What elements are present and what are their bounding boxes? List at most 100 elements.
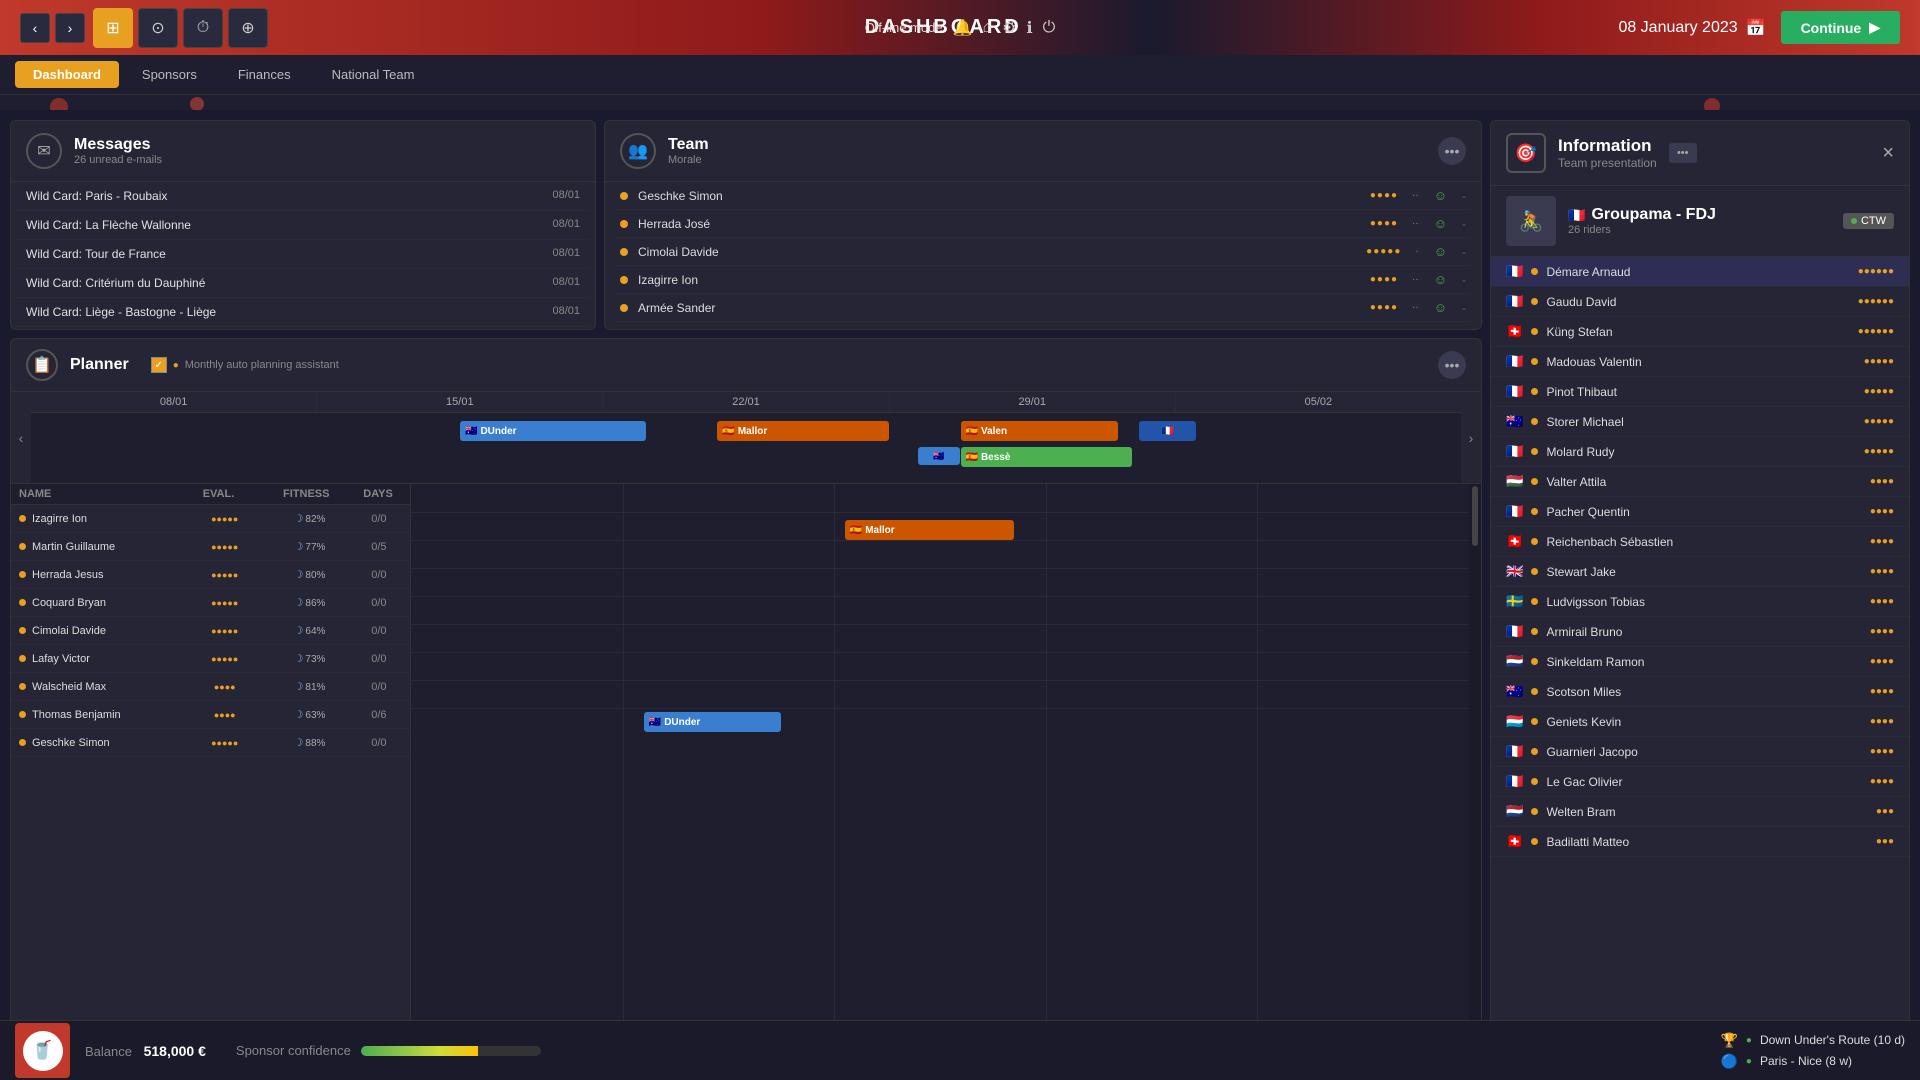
message-item[interactable]: Wild Card: La Flèche Wallonne 08/01 [16, 211, 590, 240]
rider-info-row[interactable]: 🇫🇷 Madouas Valentin ●●●●● [1491, 347, 1909, 377]
nav-icon-chart[interactable]: ⏱ [183, 8, 223, 48]
rider-info-row[interactable]: 🇫🇷 Démare Arnaud ●●●●●● [1491, 257, 1909, 287]
rider-info-row[interactable]: 🇫🇷 Guarnieri Jacopo ●●●● [1491, 737, 1909, 767]
settings-icon[interactable]: ⚙ [1002, 18, 1016, 38]
auto-planning-checkbox[interactable]: ✓ [151, 357, 167, 373]
back-arrow[interactable]: ‹ [20, 13, 50, 43]
tab-sponsors[interactable]: Sponsors [124, 61, 215, 88]
planner-rider-row[interactable]: Izagirre Ion ●●●●● ☽82% 0/0 [11, 505, 410, 533]
planner-scrollbar[interactable] [1469, 484, 1481, 1034]
rider-info-row[interactable]: 🇨🇭 Reichenbach Sébastien ●●●● [1491, 527, 1909, 557]
race-block-au-small[interactable]: 🇦🇺 [918, 447, 961, 465]
bell-icon[interactable]: 🔔 [953, 18, 973, 38]
rider-info-row[interactable]: 🇦🇺 Scotson Miles ●●●● [1491, 677, 1909, 707]
planner-rider-row[interactable]: Walscheid Max ●●●● ☽81% 0/0 [11, 673, 410, 701]
mode-text: Off-line mode [865, 20, 943, 35]
race-block-besse[interactable]: 🇪🇸 Bessè [961, 447, 1133, 467]
balance-label: Balance [85, 1044, 132, 1059]
home-icon[interactable]: ⌂ [982, 19, 992, 37]
race-block-valen[interactable]: 🇪🇸 Valen [961, 421, 1118, 441]
rider-info-row[interactable]: 🇫🇷 Pinot Thibaut ●●●●● [1491, 377, 1909, 407]
member-dash: - [1462, 273, 1466, 287]
planner-rider-row[interactable]: Thomas Benjamin ●●●● ☽63% 0/6 [11, 701, 410, 729]
rider-info-row[interactable]: 🇬🇧 Stewart Jake ●●●● [1491, 557, 1909, 587]
rider-info-row[interactable]: 🇭🇺 Valter Attila ●●●● [1491, 467, 1909, 497]
planner-more-button[interactable]: ••• [1438, 351, 1466, 379]
rider-info-row[interactable]: 🇫🇷 Armirail Bruno ●●●● [1491, 617, 1909, 647]
cal-race-mallor[interactable]: 🇪🇸 Mallor [845, 520, 1014, 540]
race-block-mallor-1[interactable]: 🇪🇸 Mallor [717, 421, 889, 441]
rider-name: Izagirre Ion [32, 513, 186, 525]
rider-info-row[interactable]: 🇫🇷 Le Gac Olivier ●●●● [1491, 767, 1909, 797]
planner-rider-row[interactable]: Geschke Simon ●●●●● ☽88% 0/0 [11, 729, 410, 757]
nav-icon-trophy[interactable]: ⊕ [228, 8, 268, 48]
rider-stars: ●●●● [1870, 566, 1894, 577]
rider-name: Coquard Bryan [32, 597, 186, 609]
rider-info-row[interactable]: 🇳🇱 Sinkeldam Ramon ●●●● [1491, 647, 1909, 677]
team-more-button[interactable]: ••• [1438, 137, 1466, 165]
message-item[interactable]: Wild Card: Critérium du Dauphiné 08/01 [16, 269, 590, 298]
message-item[interactable]: Wild Card: Tour de France 08/01 [16, 240, 590, 269]
rider-info-row[interactable]: 🇫🇷 Molard Rudy ●●●●● [1491, 437, 1909, 467]
info-close-button[interactable]: × [1882, 142, 1894, 165]
team-member[interactable]: Cimolai Davide ●●●●● · ☺ - [615, 238, 1471, 266]
team-icon: 👥 [620, 133, 656, 169]
message-text: Wild Card: Critérium du Dauphiné [26, 276, 205, 290]
message-text: Wild Card: Liège - Bastogne - Liège [26, 305, 216, 319]
au-flag: 🇦🇺 [933, 451, 944, 462]
team-member[interactable]: Izagirre Ion ●●●● ·· ☺ - [615, 266, 1471, 294]
member-morale: ☺ [1434, 188, 1447, 203]
rider-info-row[interactable]: 🇱🇺 Geniets Kevin ●●●● [1491, 707, 1909, 737]
deco-dot-1 [50, 98, 68, 110]
tab-national-team[interactable]: National Team [314, 61, 433, 88]
team-member[interactable]: Armée Sander ●●●● ·· ☺ - [615, 294, 1471, 322]
message-item[interactable]: Wild Card: Paris - Roubaix 08/01 [16, 182, 590, 211]
rider-info-row[interactable]: 🇫🇷 Gaudu David ●●●●●● [1491, 287, 1909, 317]
race-block-dunder-1[interactable]: 🇦🇺 DUnder [460, 421, 646, 441]
event-item[interactable]: 🏆 ● Down Under's Route (10 d) [1720, 1032, 1905, 1049]
rider-info-row[interactable]: 🇸🇪 Ludvigsson Tobias ●●●● [1491, 587, 1909, 617]
nav-icon-globe[interactable]: ⊙ [138, 8, 178, 48]
planner-rider-row[interactable]: Martin Guillaume ●●●●● ☽77% 0/5 [11, 533, 410, 561]
rider-status [1531, 358, 1538, 365]
info-more-button[interactable]: ••• [1669, 143, 1697, 163]
planner-rider-row[interactable]: Coquard Bryan ●●●●● ☽86% 0/0 [11, 589, 410, 617]
cal-race-dunder[interactable]: 🇦🇺 DUnder [644, 712, 782, 732]
row-div-2 [411, 540, 1469, 541]
event-item[interactable]: 🔵 ● Paris - Nice (8 w) [1720, 1053, 1905, 1070]
rider-fitness: ☽86% [263, 596, 356, 609]
tab-finances[interactable]: Finances [220, 61, 309, 88]
message-item[interactable]: Wild Card: Liège - Bastogne - Liège 08/0… [16, 298, 590, 327]
planner-rider-row[interactable]: Herrada Jesus ●●●●● ☽80% 0/0 [11, 561, 410, 589]
rider-name: Démare Arnaud [1546, 265, 1849, 279]
rider-info-row[interactable]: 🇨🇭 Badilatti Matteo ●●● [1491, 827, 1909, 857]
member-dots: ·· [1412, 274, 1419, 285]
forward-arrow[interactable]: › [55, 13, 85, 43]
team-member[interactable]: Herrada José ●●●● ·· ☺ - [615, 210, 1471, 238]
info-icon[interactable]: ℹ [1027, 18, 1033, 38]
continue-button[interactable]: Continue ▶ [1781, 11, 1900, 44]
power-icon[interactable]: ⏻ [1043, 19, 1056, 37]
rider-stars: ●●●●●● [1858, 296, 1894, 307]
rider-name: Geniets Kevin [1546, 715, 1861, 729]
planner-rider-row[interactable]: Lafay Victor ●●●●● ☽73% 0/0 [11, 645, 410, 673]
rider-info-row[interactable]: 🇦🇺 Storer Michael ●●●●● [1491, 407, 1909, 437]
cal-race-name: Mallor [865, 525, 894, 536]
message-text: Wild Card: Tour de France [26, 247, 166, 261]
tab-dashboard[interactable]: Dashboard [15, 61, 119, 88]
planner-right-arrow[interactable]: › [1461, 392, 1481, 483]
rider-info-row[interactable]: 🇳🇱 Welten Bram ●●● [1491, 797, 1909, 827]
calendar-icon[interactable]: 📅 [1746, 18, 1766, 38]
nav-icon-dashboard[interactable]: ⊞ [93, 8, 133, 48]
team-logo: 🚴 [1506, 196, 1556, 246]
team-logo-icon: 🚴 [1519, 209, 1544, 234]
rider-name: Reichenbach Sébastien [1546, 535, 1861, 549]
team-riders-count: 26 riders [1568, 224, 1716, 236]
rider-info-row[interactable]: 🇨🇭 Küng Stefan ●●●●●● [1491, 317, 1909, 347]
planner-left-arrow[interactable]: ‹ [11, 392, 31, 483]
race-block-fr[interactable]: 🇫🇷 [1139, 421, 1196, 441]
rider-name: Sinkeldam Ramon [1546, 655, 1861, 669]
team-member[interactable]: Geschke Simon ●●●● ·· ☺ - [615, 182, 1471, 210]
planner-rider-row[interactable]: Cimolai Davide ●●●●● ☽64% 0/0 [11, 617, 410, 645]
rider-info-row[interactable]: 🇫🇷 Pacher Quentin ●●●● [1491, 497, 1909, 527]
